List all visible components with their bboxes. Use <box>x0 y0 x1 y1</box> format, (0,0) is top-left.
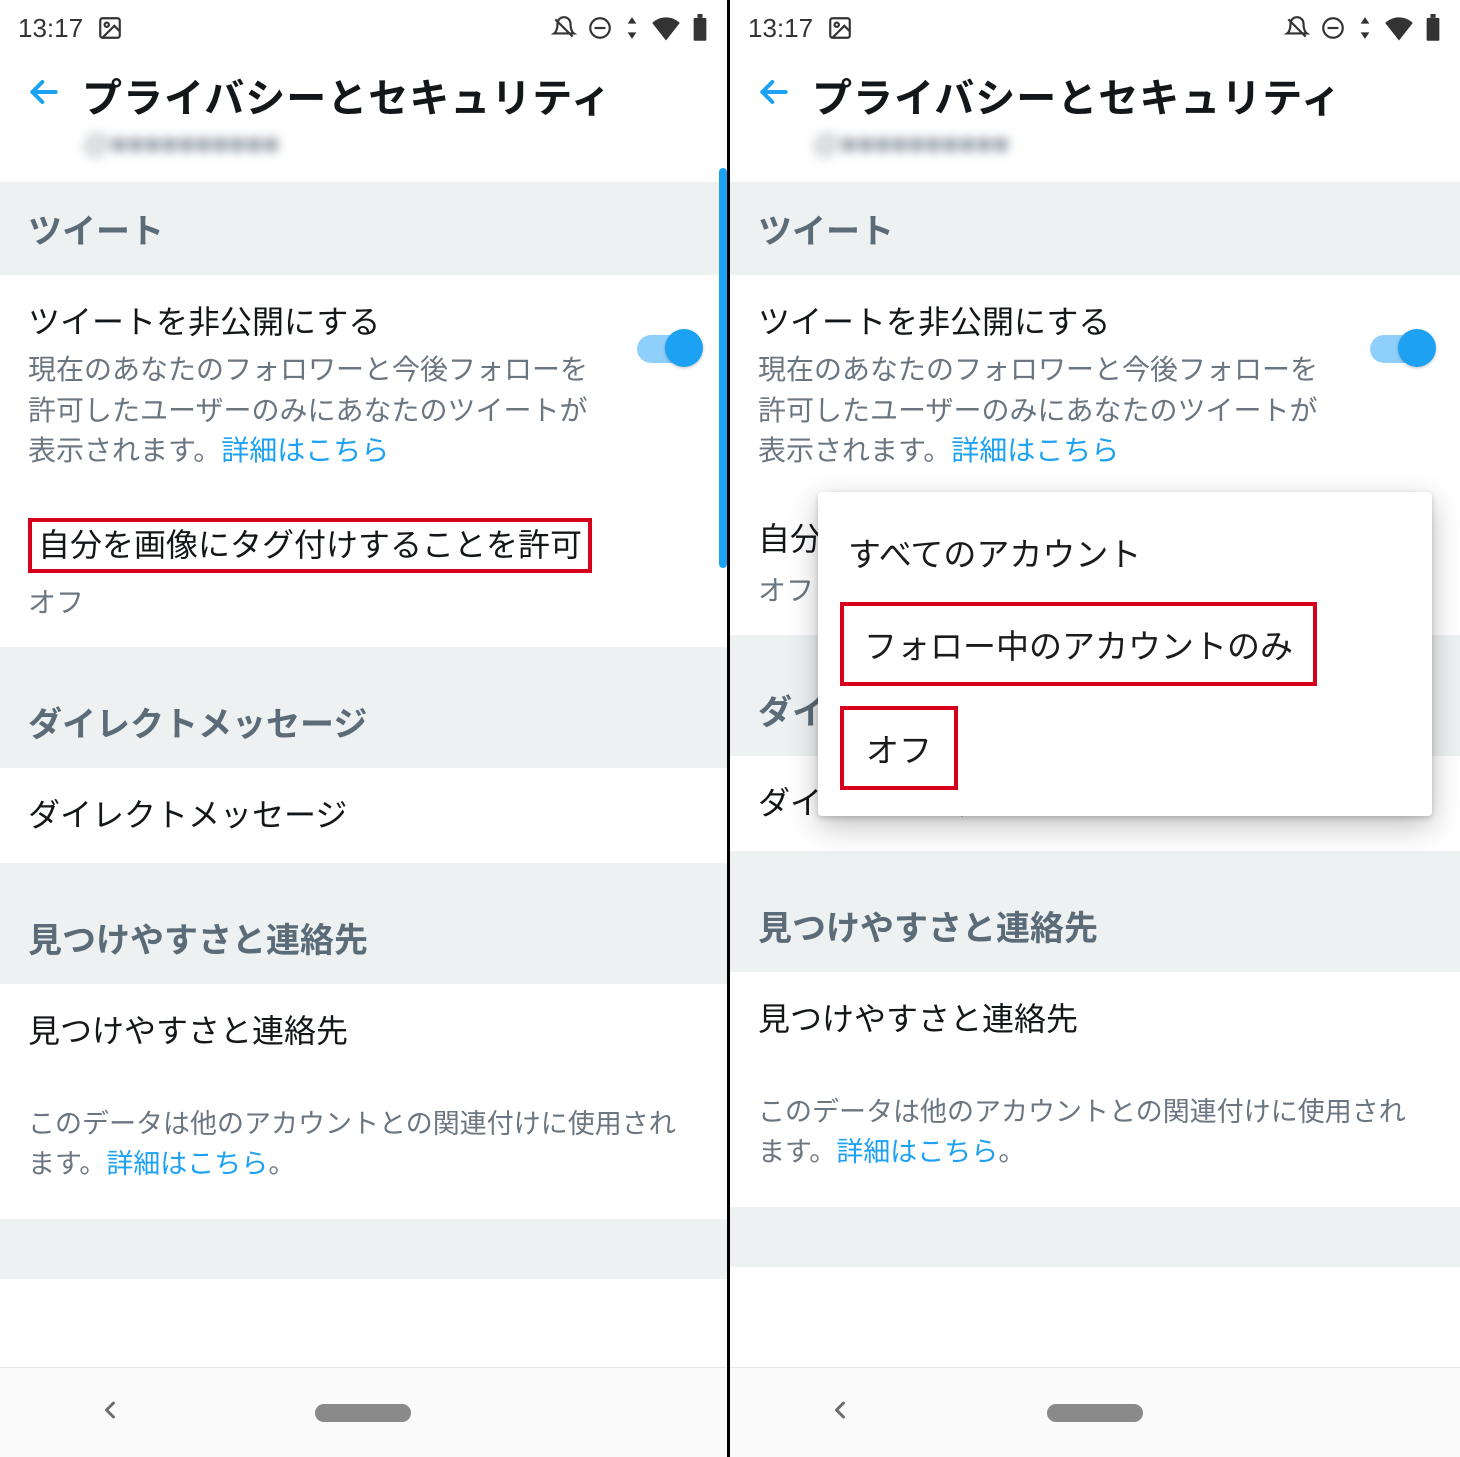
photo-tagging-row[interactable]: 自分を画像にタグ付けすることを許可 オフ <box>0 498 727 647</box>
phone-right: 13:17 <box>730 0 1460 1457</box>
nav-home-pill[interactable] <box>1047 1404 1143 1422</box>
disc-row-title: 見つけやすさと連絡先 <box>758 998 1432 1041</box>
photo-tagging-value: オフ <box>28 581 699 621</box>
nav-home-pill[interactable] <box>315 1404 411 1422</box>
tagging-option-everyone[interactable]: すべてのアカウント <box>818 506 1432 598</box>
photo-tagging-title: 自分を画像にタグ付けすることを許可 <box>38 527 582 563</box>
app-header: プライバシーとセキュリティ @■■■■■■■■■■ <box>0 56 727 182</box>
divider <box>0 1219 727 1279</box>
protect-tweets-title: ツイートを非公開にする <box>758 301 1318 344</box>
tagging-options-popup: すべてのアカウント フォロー中のアカウントのみ オフ <box>818 492 1432 816</box>
status-time: 13:17 <box>18 13 83 44</box>
battery-icon <box>691 14 709 42</box>
divider <box>730 1207 1460 1267</box>
protect-learn-more-link[interactable]: 詳細はこちら <box>951 435 1119 466</box>
app-header: プライバシーとセキュリティ @■■■■■■■■■■ <box>730 56 1460 182</box>
highlight-box: フォロー中のアカウントのみ <box>840 602 1317 686</box>
highlight-box: オフ <box>840 706 958 790</box>
divider <box>0 863 727 891</box>
protect-tweets-row[interactable]: ツイートを非公開にする 現在のあなたのフォロワーと今後フォローを許可したユーザー… <box>730 275 1460 498</box>
section-header-disc: 見つけやすさと連絡先 <box>730 879 1460 972</box>
status-bar: 13:17 <box>730 0 1460 56</box>
image-icon <box>827 15 853 41</box>
disc-footnote: このデータは他のアカウントとの関連付けに使用されます。詳細はこちら。 <box>0 1080 727 1219</box>
dm-row-title: ダイレクトメッセージ <box>28 794 699 837</box>
disc-row-title: 見つけやすさと連絡先 <box>28 1010 699 1053</box>
protect-tweets-row[interactable]: ツイートを非公開にする 現在のあなたのフォロワーと今後フォローを許可したユーザー… <box>0 275 727 498</box>
disc-learn-more-link[interactable]: 詳細はこちら <box>836 1137 998 1167</box>
protect-tweets-toggle[interactable] <box>1370 335 1432 363</box>
username-label: @■■■■■■■■■■ <box>812 128 1436 160</box>
android-nav-bar <box>730 1367 1460 1457</box>
tagging-option-following[interactable]: フォロー中のアカウントのみ <box>858 616 1299 672</box>
dnd-icon <box>587 15 613 41</box>
back-arrow-icon[interactable] <box>754 72 794 117</box>
scroll-indicator <box>719 168 727 568</box>
protect-tweets-desc: 現在のあなたのフォロワーと今後フォローを許可したユーザーのみにあなたのツイートが… <box>28 350 588 472</box>
status-time: 13:17 <box>748 13 813 44</box>
data-icon <box>623 15 641 41</box>
data-icon <box>1356 15 1374 41</box>
highlight-box: 自分を画像にタグ付けすることを許可 <box>28 518 592 573</box>
nav-back-icon[interactable] <box>826 1396 854 1429</box>
status-bar: 13:17 <box>0 0 727 56</box>
phone-left: 13:17 <box>0 0 730 1457</box>
page-title: プライバシーとセキュリティ <box>812 66 1436 124</box>
nav-back-icon[interactable] <box>96 1396 124 1429</box>
protect-learn-more-link[interactable]: 詳細はこちら <box>221 435 389 466</box>
section-header-tweet: ツイート <box>0 182 727 275</box>
image-icon <box>97 15 123 41</box>
section-header-disc: 見つけやすさと連絡先 <box>0 891 727 984</box>
disc-row[interactable]: 見つけやすさと連絡先 <box>0 984 727 1079</box>
bell-off-icon <box>1284 15 1310 41</box>
disc-learn-more-link[interactable]: 詳細はこちら <box>106 1149 268 1179</box>
dnd-icon <box>1320 15 1346 41</box>
dm-row[interactable]: ダイレクトメッセージ <box>0 768 727 863</box>
page-title: プライバシーとセキュリティ <box>82 66 703 124</box>
wifi-icon <box>1384 15 1414 41</box>
username-label: @■■■■■■■■■■ <box>82 128 703 160</box>
disc-footnote: このデータは他のアカウントとの関連付けに使用されます。詳細はこちら。 <box>730 1068 1460 1207</box>
android-nav-bar <box>0 1367 727 1457</box>
section-header-tweet: ツイート <box>730 182 1460 275</box>
protect-tweets-toggle[interactable] <box>637 335 699 363</box>
back-arrow-icon[interactable] <box>24 72 64 117</box>
wifi-icon <box>651 15 681 41</box>
battery-icon <box>1424 14 1442 42</box>
protect-tweets-title: ツイートを非公開にする <box>28 301 588 344</box>
divider <box>0 647 727 675</box>
divider <box>730 851 1460 879</box>
bell-off-icon <box>551 15 577 41</box>
disc-row[interactable]: 見つけやすさと連絡先 <box>730 972 1460 1067</box>
section-header-dm: ダイレクトメッセージ <box>0 675 727 768</box>
protect-tweets-desc: 現在のあなたのフォロワーと今後フォローを許可したユーザーのみにあなたのツイートが… <box>758 350 1318 472</box>
tagging-option-off[interactable]: オフ <box>858 720 940 776</box>
